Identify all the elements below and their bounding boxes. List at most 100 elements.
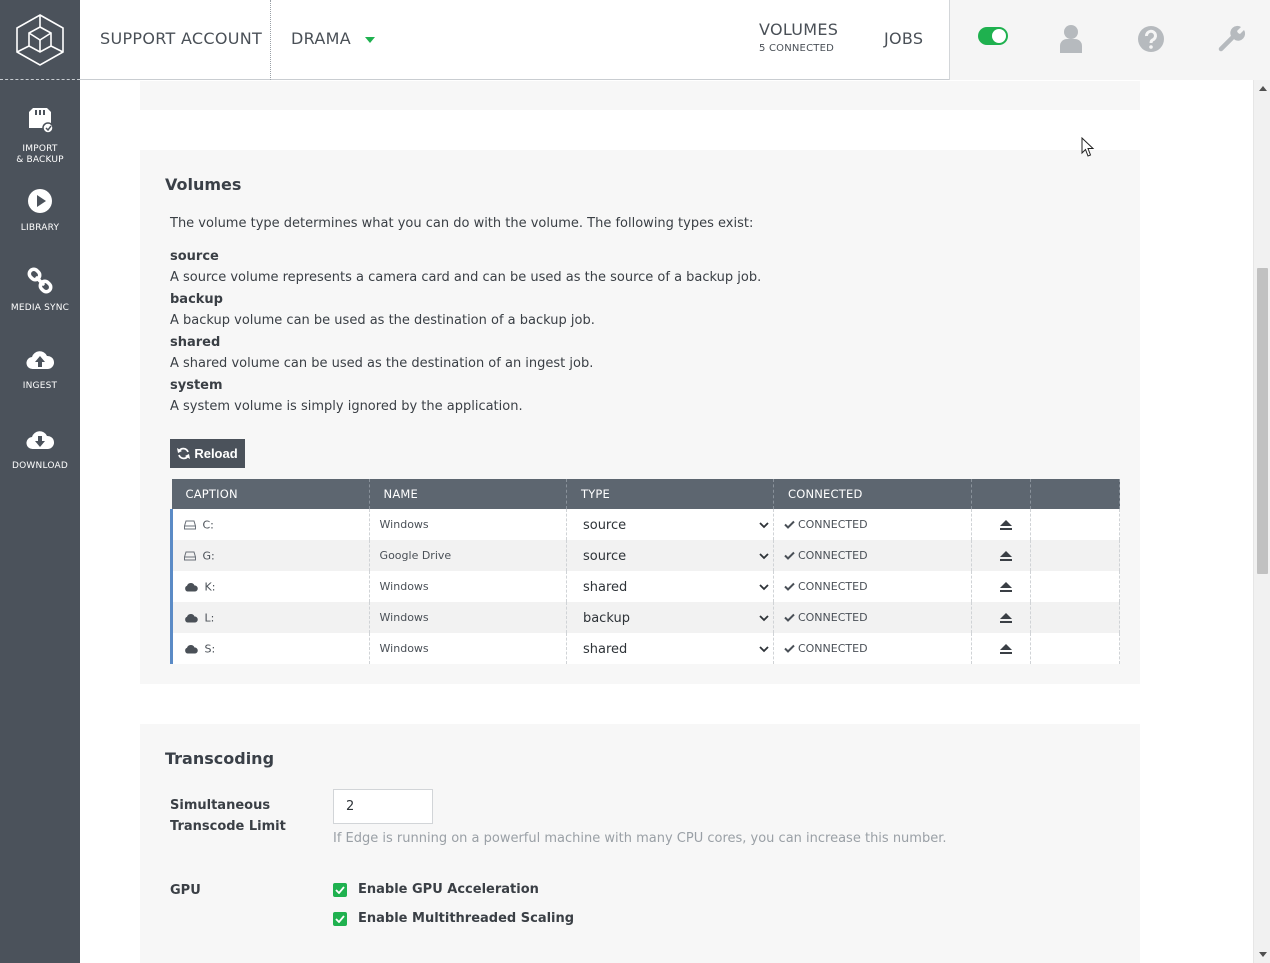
check-icon bbox=[784, 551, 795, 560]
type-select[interactable]: shared bbox=[583, 640, 773, 657]
volumes-intro: The volume type determines what you can … bbox=[170, 216, 754, 231]
eject-button[interactable] bbox=[982, 519, 1030, 530]
table-row: C: Windows source CONNECTED bbox=[170, 509, 1120, 540]
volumes-nav[interactable]: VOLUMES 5 CONNECTED bbox=[759, 20, 839, 54]
refresh-icon bbox=[177, 447, 191, 460]
connected-status: CONNECTED bbox=[797, 642, 868, 655]
app-logo[interactable] bbox=[0, 0, 80, 80]
sidebar-item-media-sync[interactable]: MEDIA SYNC bbox=[0, 267, 80, 314]
sidebar-item-import-backup[interactable]: IMPORT & BACKUP bbox=[0, 106, 80, 166]
online-toggle[interactable] bbox=[978, 27, 1008, 45]
gpu-acceleration-label: Enable GPU Acceleration bbox=[358, 882, 539, 897]
checkbox-checked-icon[interactable] bbox=[333, 882, 347, 897]
extra-cell bbox=[1030, 602, 1120, 633]
cloud-icon bbox=[185, 582, 198, 592]
table-row: S: Windows shared CONNECTED bbox=[170, 633, 1120, 664]
type-description: A backup volume can be used as the desti… bbox=[170, 313, 595, 328]
column-header-name[interactable]: NAME bbox=[369, 479, 567, 509]
jobs-nav[interactable]: JOBS bbox=[884, 29, 923, 48]
eject-icon bbox=[1000, 581, 1013, 592]
volume-caption: G: bbox=[202, 549, 215, 563]
account-name[interactable]: SUPPORT ACCOUNT bbox=[100, 29, 262, 48]
scroll-down-arrow-icon[interactable] bbox=[1259, 952, 1267, 957]
eject-icon bbox=[1000, 643, 1013, 654]
volume-name: Windows bbox=[369, 602, 567, 633]
type-description: A source volume represents a camera card… bbox=[170, 270, 762, 285]
type-description: A system volume is simply ignored by the… bbox=[170, 399, 523, 414]
scrollbar-thumb[interactable] bbox=[1257, 268, 1268, 574]
column-header-connected[interactable]: CONNECTED bbox=[773, 479, 973, 509]
type-name: backup bbox=[170, 292, 223, 307]
eject-button[interactable] bbox=[982, 550, 1030, 561]
eject-icon bbox=[1000, 612, 1013, 623]
wrench-icon[interactable] bbox=[1217, 24, 1245, 52]
column-header-extra bbox=[1030, 479, 1120, 509]
type-select-value: source bbox=[582, 549, 627, 564]
volume-caption: S: bbox=[204, 642, 216, 656]
connected-cell: CONNECTED bbox=[773, 571, 973, 602]
cloud-icon bbox=[185, 613, 198, 623]
connected-cell: CONNECTED bbox=[773, 509, 973, 540]
sd-card-icon bbox=[29, 108, 53, 134]
connected-status: CONNECTED bbox=[797, 611, 868, 624]
type-select-value: shared bbox=[582, 580, 628, 595]
project-dropdown[interactable]: DRAMA bbox=[291, 29, 375, 48]
cloud-icon bbox=[185, 644, 198, 654]
multithreaded-scaling-option[interactable]: Enable Multithreaded Scaling bbox=[333, 911, 574, 926]
transcode-limit-help: If Edge is running on a powerful machine… bbox=[333, 831, 947, 846]
help-icon[interactable] bbox=[1137, 25, 1165, 53]
volume-caption: L: bbox=[204, 611, 215, 625]
transcode-limit-input[interactable] bbox=[333, 789, 433, 824]
drive-icon bbox=[184, 551, 196, 561]
user-icon[interactable] bbox=[1059, 24, 1083, 54]
eject-cell bbox=[971, 633, 1032, 664]
extra-cell bbox=[1030, 509, 1120, 540]
check-icon bbox=[784, 613, 795, 622]
type-select[interactable]: shared bbox=[583, 578, 773, 595]
eject-button[interactable] bbox=[982, 643, 1030, 654]
column-header-type[interactable]: TYPE bbox=[566, 479, 774, 509]
chevron-down-icon bbox=[759, 553, 769, 560]
type-cell: backup bbox=[566, 602, 774, 633]
sidebar-item-label: LIBRARY bbox=[20, 223, 60, 233]
volume-caption: C: bbox=[202, 518, 214, 532]
scroll-up-arrow-icon[interactable] bbox=[1259, 86, 1267, 91]
mouse-cursor-icon bbox=[1081, 137, 1095, 157]
type-cell: shared bbox=[566, 633, 774, 664]
volumes-heading: Volumes bbox=[165, 175, 242, 194]
reload-button[interactable]: Reload bbox=[170, 439, 245, 468]
connected-cell: CONNECTED bbox=[773, 602, 973, 633]
type-select[interactable]: source bbox=[583, 547, 773, 564]
sidebar-item-label: & BACKUP bbox=[16, 155, 64, 165]
transcode-limit-label-line1: Simultaneous bbox=[170, 798, 271, 813]
volumes-label: VOLUMES bbox=[759, 20, 839, 39]
type-select-value: backup bbox=[582, 611, 630, 626]
eject-button[interactable] bbox=[982, 612, 1030, 623]
eject-button[interactable] bbox=[982, 581, 1030, 592]
caption-cell: C: bbox=[170, 509, 370, 540]
type-select[interactable]: backup bbox=[583, 609, 773, 626]
sidebar-item-library[interactable]: LIBRARY bbox=[0, 188, 80, 234]
page-scrollbar[interactable] bbox=[1253, 80, 1270, 963]
checkbox-checked-icon[interactable] bbox=[333, 911, 347, 926]
type-cell: shared bbox=[566, 571, 774, 602]
type-name: shared bbox=[170, 335, 221, 350]
volumes-table: CAPTION NAME TYPE CONNECTED C: Windows s… bbox=[170, 479, 1120, 664]
reload-label: Reload bbox=[194, 446, 238, 461]
type-select-value: shared bbox=[582, 642, 628, 657]
transcode-limit-label: Simultaneous Transcode Limit bbox=[170, 795, 286, 837]
volumes-status: 5 CONNECTED bbox=[759, 43, 834, 54]
extra-cell bbox=[1030, 571, 1120, 602]
extra-cell bbox=[1030, 633, 1120, 664]
sidebar: IMPORT & BACKUP LIBRARY MEDIA SYNC INGES… bbox=[0, 0, 80, 963]
column-header-caption[interactable]: CAPTION bbox=[171, 479, 370, 509]
connected-cell: CONNECTED bbox=[773, 633, 973, 664]
gpu-acceleration-option[interactable]: Enable GPU Acceleration bbox=[333, 882, 539, 897]
volumes-section: Volumes The volume type determines what … bbox=[140, 150, 1140, 684]
type-select[interactable]: source bbox=[583, 516, 773, 533]
sidebar-item-ingest[interactable]: INGEST bbox=[0, 348, 80, 392]
sidebar-item-label: INGEST bbox=[22, 381, 58, 391]
type-cell: source bbox=[566, 509, 774, 540]
type-select-value: source bbox=[582, 518, 627, 533]
sidebar-item-download[interactable]: DOWNLOAD bbox=[0, 428, 80, 472]
